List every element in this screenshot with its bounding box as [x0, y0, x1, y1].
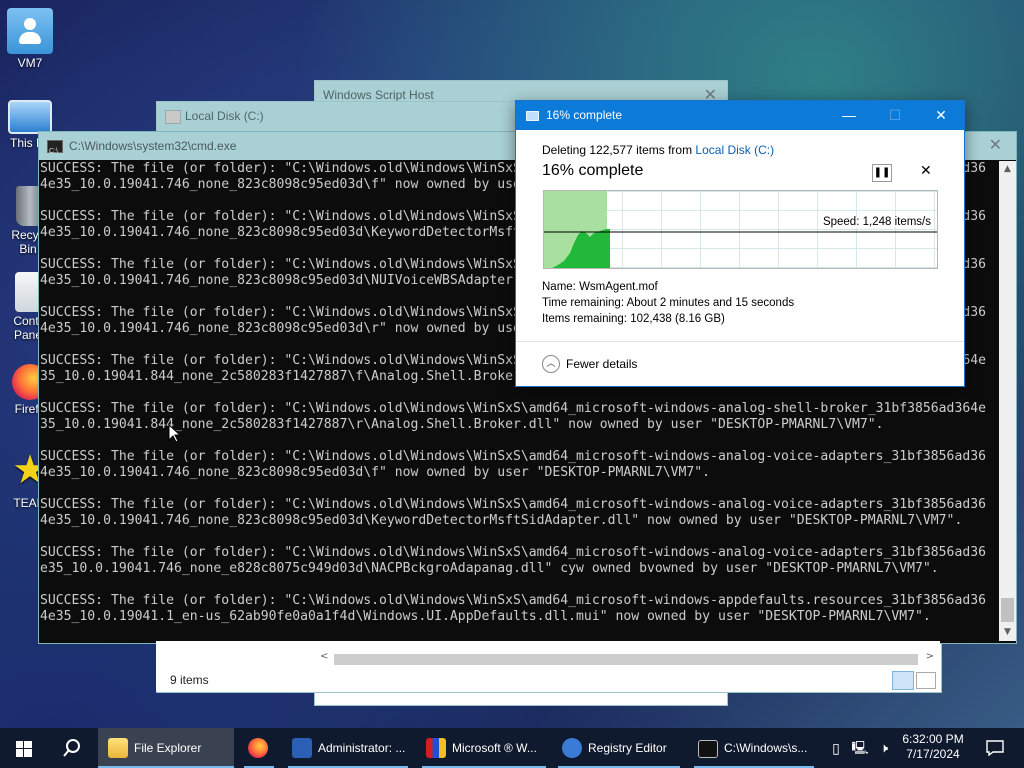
registry-editor-icon: [562, 738, 582, 758]
desktop-icon-label: VM7: [17, 56, 43, 70]
divider: [516, 341, 964, 342]
name-label: Name:: [542, 281, 576, 293]
taskbar-item-file-explorer[interactable]: File Explorer: [98, 728, 234, 768]
console-line: 4e35_10.0.19041.746_none_823c8098c95ed03…: [40, 513, 963, 528]
search-icon: [63, 739, 80, 757]
clock-time: 6:32:00 PM: [902, 732, 964, 746]
maximize-icon: ☐: [888, 107, 902, 123]
scroll-right-icon[interactable]: >: [926, 651, 934, 662]
close-icon[interactable]: ✕: [989, 132, 1002, 160]
source-link[interactable]: Local Disk (C:): [695, 143, 774, 157]
file-explorer-bottom: < > 9 items: [156, 641, 940, 691]
console-line: SUCCESS: The file (or folder): "C:\Windo…: [40, 545, 986, 560]
powershell-icon: [292, 738, 312, 758]
cmd-icon: [698, 740, 718, 758]
clock[interactable]: 6:32:00 PM 7/17/2024: [900, 728, 966, 768]
window-title: Local Disk (C:): [185, 109, 264, 123]
mouse-cursor-icon: [168, 424, 182, 443]
vertical-scrollbar[interactable]: ▲ ▼: [999, 161, 1016, 641]
scroll-left-icon[interactable]: <: [320, 651, 328, 662]
console-line: e35_10.0.19041.746_none_e828c8075c949d03…: [40, 561, 939, 576]
taskbar-item-label: C:\Windows\s...: [724, 741, 808, 755]
speed-area: [544, 229, 610, 268]
large-icons-view-icon[interactable]: [916, 672, 936, 689]
taskbar-item-label: Microsoft ® W...: [452, 741, 537, 755]
progress-heading: 16% complete: [542, 162, 644, 179]
computer-icon: [8, 100, 52, 134]
console-line: SUCCESS: The file (or folder): "C:\Windo…: [40, 449, 986, 464]
name-row: Name: WsmAgent.mof: [542, 281, 658, 293]
console-line: SUCCESS: The file (or folder): "C:\Windo…: [40, 401, 986, 416]
cmd-icon: [47, 138, 63, 166]
speed-label: Speed: 1,248 items/s: [822, 216, 931, 228]
items-value: 102,438 (8.16 GB): [630, 313, 725, 325]
console-line: 4e35_10.0.19041.746_none_823c8098c95ed03…: [40, 465, 711, 480]
network-icon[interactable]: 🖳: [850, 728, 870, 768]
scroll-up-icon[interactable]: ▲: [999, 161, 1016, 178]
delete-progress-dialog: 16% complete — ☐ ✕ Deleting 122,577 item…: [515, 100, 965, 387]
notifications-button[interactable]: [976, 728, 1016, 768]
scrollbar-thumb[interactable]: [334, 654, 918, 665]
speed-chart: [544, 229, 937, 268]
scroll-down-icon[interactable]: ▼: [999, 624, 1016, 641]
deleting-text: Deleting 122,577 items from: [542, 143, 693, 157]
speed-graph: Speed: 1,248 items/s: [543, 190, 938, 269]
status-item-count: 9 items: [170, 673, 209, 687]
fewer-details-label: Fewer details: [566, 357, 638, 371]
time-label: Time remaining:: [542, 297, 625, 309]
scrollbar-thumb[interactable]: [1001, 598, 1014, 622]
windows-logo-icon: [16, 741, 32, 757]
pause-button[interactable]: ❚❚: [872, 164, 892, 182]
notification-icon: [986, 740, 1004, 756]
details-view-icon[interactable]: [892, 671, 914, 690]
taskbar-item-label: Administrator: ...: [318, 741, 406, 755]
search-button[interactable]: [48, 728, 96, 768]
taskbar-item-cmd[interactable]: C:\Windows\s...: [688, 728, 820, 768]
taskbar-item-powershell[interactable]: Administrator: ...: [282, 728, 414, 768]
items-row: Items remaining: 102,438 (8.16 GB): [542, 313, 725, 325]
taskbar: File Explorer Administrator: ... Microso…: [0, 728, 1024, 768]
name-value: WsmAgent.mof: [579, 281, 658, 293]
console-line: 35_10.0.19041.844_none_2c580283f1427887\…: [40, 417, 884, 432]
console-line: 4e35_10.0.19041.1_en-us_62ab90fe0a0a1f4d…: [40, 609, 931, 624]
user-folder-icon: [7, 8, 53, 54]
console-line: SUCCESS: The file (or folder): "C:\Windo…: [40, 497, 986, 512]
taskbar-item-firefox[interactable]: [236, 728, 282, 768]
taskbar-item-label: Registry Editor: [588, 741, 667, 755]
taskbar-item-windows-script-host[interactable]: Microsoft ® W...: [416, 728, 552, 768]
minimize-icon[interactable]: —: [826, 101, 872, 130]
dialog-title: 16% complete: [546, 108, 623, 122]
horizontal-scrollbar[interactable]: < >: [316, 651, 938, 668]
pause-icon: ❚❚: [873, 167, 891, 178]
file-explorer-icon: [108, 738, 128, 758]
deleting-summary: Deleting 122,577 items from Local Disk (…: [542, 143, 774, 157]
close-icon[interactable]: ✕: [918, 101, 964, 130]
clock-date: 7/17/2024: [906, 747, 960, 761]
taskbar-item-registry-editor[interactable]: Registry Editor: [552, 728, 686, 768]
time-row: Time remaining: About 2 minutes and 15 s…: [542, 297, 794, 309]
drive-icon: [165, 110, 181, 124]
chevron-up-icon: ︿: [542, 355, 560, 373]
usb-device-icon[interactable]: ▯: [826, 728, 846, 768]
taskbar-item-label: File Explorer: [134, 741, 202, 755]
progress-window-icon: [526, 111, 539, 121]
console-line: SUCCESS: The file (or folder): "C:\Windo…: [40, 593, 986, 608]
windows-script-host-icon: [426, 738, 446, 758]
cancel-icon[interactable]: ✕: [920, 163, 932, 179]
window-title: C:\Windows\system32\cmd.exe: [69, 139, 237, 153]
firefox-icon: [248, 738, 268, 758]
start-button[interactable]: [0, 728, 48, 768]
desktop-icon-vm7[interactable]: VM7: [0, 8, 60, 70]
time-value: About 2 minutes and 15 seconds: [626, 297, 795, 309]
volume-muted-icon[interactable]: 🕨: [874, 728, 894, 768]
items-label: Items remaining:: [542, 313, 628, 325]
